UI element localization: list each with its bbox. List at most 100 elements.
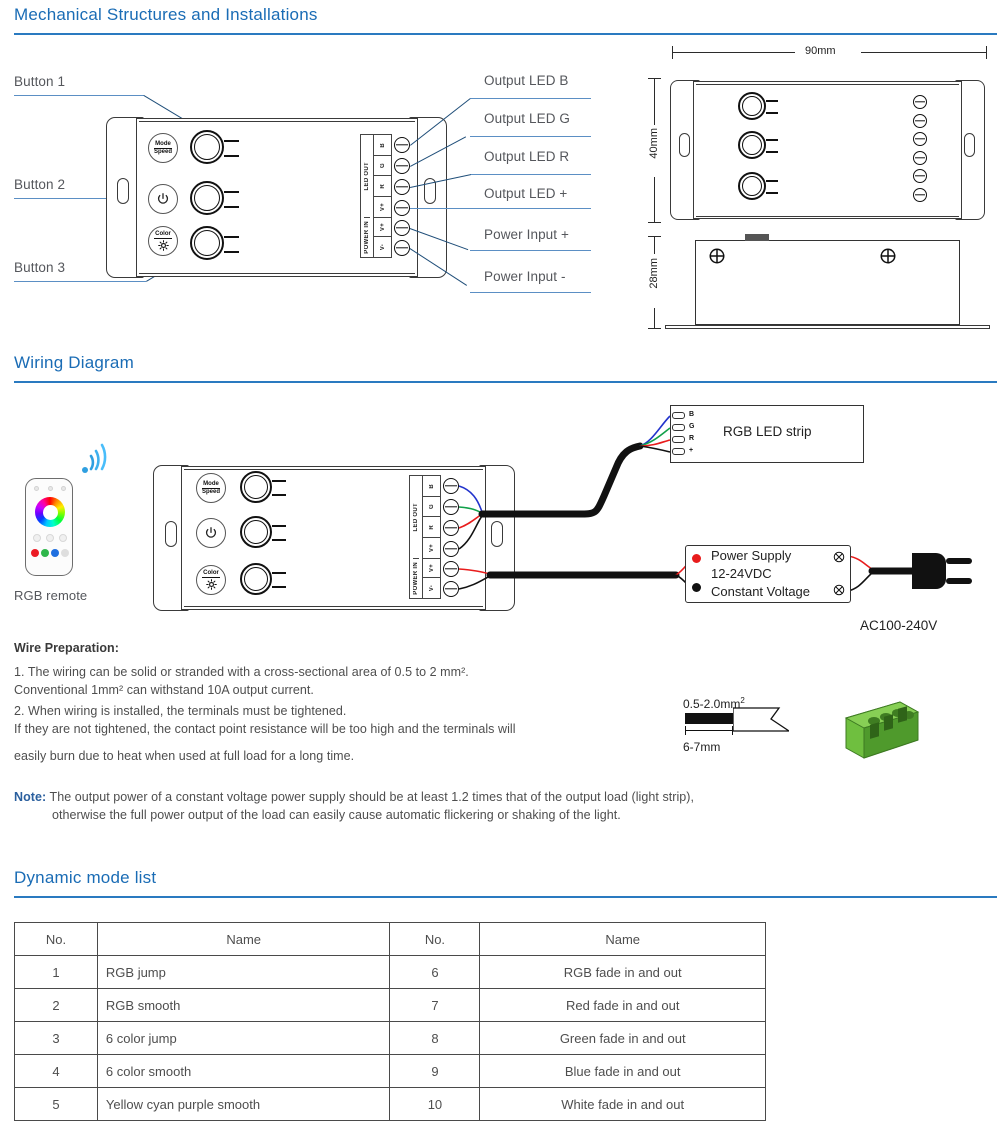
wire-area-value: 0.5-2.0mm [683,697,741,711]
dim-top-right-slot [964,133,975,157]
label-output-led-g: Output LED G [484,111,570,126]
label-output-led-r: Output LED R [484,149,570,164]
label-underline-button-1 [14,95,144,96]
dim-90mm-tick-right [986,46,987,59]
strip-pin-label-plus: + [689,447,694,454]
terminal-pin-vminus-in: V- [379,244,386,251]
controller-body-inner-line-bottom [139,273,415,274]
terminal-block: LED OUT POWER IN B G R V+ V+ V- [360,134,392,258]
label-output-led-plus: Output LED + [484,186,568,201]
wire-conductor-icon [733,707,789,732]
dim-screw-6 [913,188,927,202]
wire-area-superscript: 2 [740,696,745,705]
power-icon [157,193,169,204]
led-cable [478,442,644,518]
cell-name-2-2: Red fade in and out [479,988,766,1022]
knob-1-leg-bottom [224,155,239,157]
wire-black-power [458,575,491,590]
screw-terminal-vplus-in [394,220,410,236]
dim-screw-4 [913,151,927,165]
controller-body-inner-line-top [139,121,415,122]
wire-insulation [685,713,733,724]
label-power-input-minus: Power Input - [484,269,566,284]
strip-pad-b [672,412,685,419]
knob-1-leg-top [224,140,239,142]
face-speed-label: Speed [153,149,172,155]
knob-2-leg-top [224,191,239,193]
dim-screw-2 [913,114,927,128]
screw-terminal-r [394,179,410,195]
psu-negative-terminal [692,583,701,592]
table-row: 4 6 color smooth 9 Blue fade in and out [14,1054,766,1088]
table-row: 5 Yellow cyan purple smooth 10 White fad… [14,1087,766,1121]
table-row: 1 RGB jump 6 RGB fade in and out [14,955,766,989]
cell-name-2-4: Blue fade in and out [479,1054,766,1088]
psu-line-3: Constant Voltage [711,584,811,599]
dim-top-inner-bottom [696,216,959,217]
psu-line-1: Power Supply [711,548,792,563]
cell-no-1-3: 3 [14,1021,98,1055]
cell-no-2-4: 9 [389,1054,481,1088]
terminal-group-names: LED OUT POWER IN [361,135,374,257]
dim-28mm-tick-top [648,236,661,237]
section-heading-mechanical: Mechanical Structures and Installations [14,5,318,24]
dim-screw-1 [913,95,927,109]
dim-90mm-tick-left [672,46,673,59]
ac-voltage-label: AC100-240V [860,618,938,633]
psu-line-2: 12-24VDC [711,566,772,581]
underline-output-led-b [470,98,591,99]
dim-top-inner-top [696,84,959,85]
side-view-screw-icon-2 [880,248,896,264]
ac-plug-pin-2 [946,578,972,584]
wire-strip-dim-tick-right [732,726,733,735]
screw-terminal-vminus-in [394,240,410,256]
strip-pin-label-b: B [689,411,695,418]
cell-name-1-2: RGB smooth [96,988,391,1022]
terminal-group-led-out: LED OUT [364,161,370,191]
dim-knob-2-leg-top [766,139,778,141]
face-color-label: Color [155,231,171,238]
terminal-pin-b: B [379,142,386,148]
table-row: 3 6 color jump 8 Green fade in and out [14,1021,766,1055]
wire-prep-item-2c: easily burn due to heat when used at ful… [14,749,355,763]
controller-left-mount-slot [117,178,129,204]
dynamic-mode-table: No. Name No. Name 1 RGB jump 6 RGB fade … [14,922,766,1121]
cell-no-1-2: 2 [14,988,98,1022]
face-color-brightness: Color [148,226,178,256]
wire-red-ac [847,555,873,570]
cell-no-1-1: 1 [14,955,98,989]
cell-name-1-4: 6 color smooth [96,1054,391,1088]
knob-3-leg-top [224,236,239,238]
label-button-2: Button 2 [14,177,66,192]
terminal-pin-g: G [379,163,386,168]
note-line-1: The output power of a constant voltage p… [49,790,695,804]
dim-28mm-text: 28mm [648,258,660,289]
terminal-pins: B G R V+ V+ V- [374,135,391,257]
dim-screw-3 [913,132,927,146]
strip-pin-label-r: R [689,435,695,442]
th-no-1: No. [14,922,98,956]
side-view-screw-icon-1 [709,248,725,264]
face-mode-label: Mode [155,140,171,147]
section-heading-dynamic: Dynamic mode list [14,868,157,887]
note-label: Note: [14,790,47,804]
dim-knob-1 [738,92,766,120]
strip-pin-label-g: G [689,423,695,430]
cell-name-1-3: 6 color jump [96,1021,391,1055]
side-view-body [695,240,960,325]
knob-1 [190,130,224,164]
cell-name-1-1: RGB jump [96,955,391,989]
brightness-icon [157,239,169,251]
dim-40mm-tick-top [648,78,661,79]
wire-black-ac [847,572,873,592]
wire-prep-item-2: 2. When wiring is installed, the termina… [14,704,347,718]
terminal-pin-r: R [379,183,386,189]
section-rule-dynamic [14,896,997,898]
cell-no-2-3: 8 [389,1021,481,1055]
terminal-pin-vplus-in: V+ [379,222,386,232]
underline-output-led-plus [410,208,591,209]
section-rule-mechanical [14,33,997,35]
dim-knob-3-leg-top [766,180,778,182]
underline-output-led-r [470,174,591,175]
cell-no-2-1: 6 [389,955,481,989]
